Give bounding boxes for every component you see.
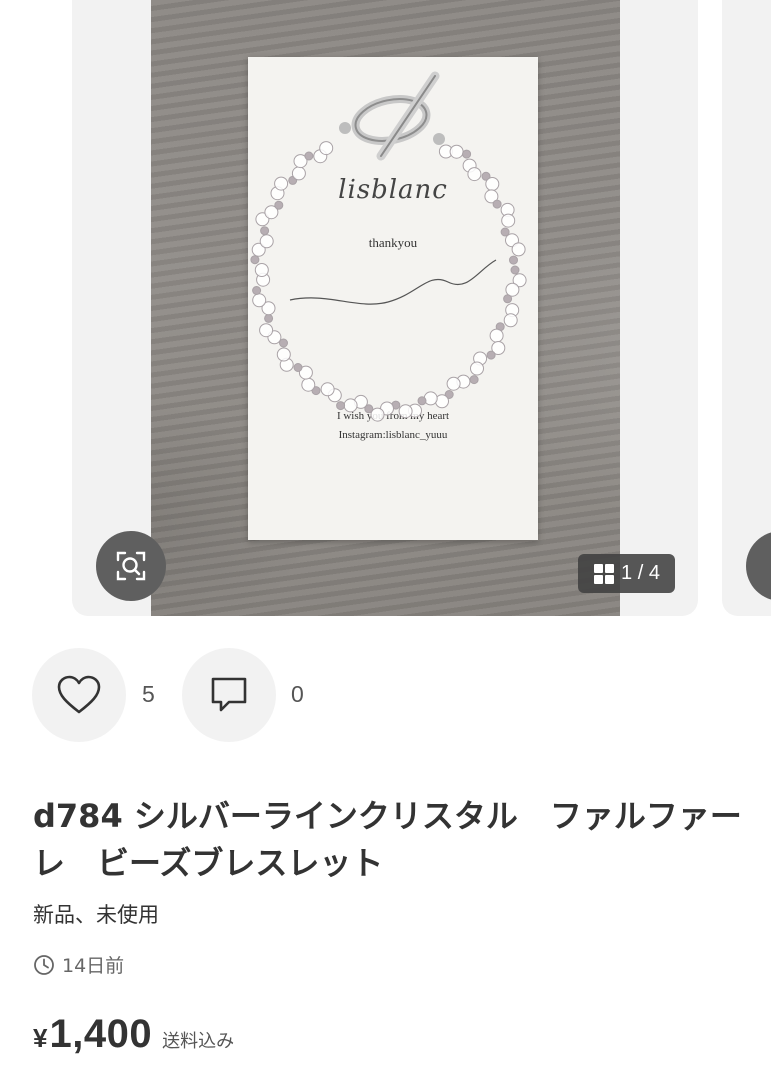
bracelet-bead [503,294,513,304]
bracelet-bead [343,398,358,413]
bracelet-bead [417,396,427,406]
item-condition: 新品、未使用 [33,903,159,927]
bracelet-bead [449,144,464,159]
bracelet-bead [319,141,334,156]
shipping-note: 送料込み [162,1031,235,1052]
posted-time: 14日前 [33,951,124,978]
next-slide-frame[interactable] [722,0,771,616]
bracelet-bead [462,149,472,159]
comment-count: 0 [291,681,304,707]
heart-icon [57,675,101,714]
bracelet-bead [485,177,500,191]
bracelet-bead [486,350,496,360]
product-photo[interactable]: lisblanc thankyou I wish you from my hea… [151,0,620,616]
bracelet-bead [423,391,438,406]
bracelet-bead [264,313,274,323]
bracelet-bead [320,382,335,397]
bracelet-bead [501,213,516,228]
bracelet-bead [492,199,502,209]
price-currency: ¥ [33,1023,48,1053]
bracelet-bead [259,234,274,249]
clock-icon [34,954,54,975]
bracelet-bead [274,176,289,191]
bracelet-bead [291,166,306,181]
photo-carousel[interactable]: lisblanc thankyou I wish you from my hea… [0,0,771,616]
bracelet-bead [446,376,461,391]
bracelet-bead [467,167,482,182]
bracelet-bead [260,226,270,236]
price: ¥ 1,400 送料込み [33,1012,234,1057]
bracelet-bead [301,377,316,392]
bracelet-bead [252,293,267,308]
bracelet-bead [304,151,314,161]
zoom-search-icon [116,551,146,581]
bracelet-bead [276,347,291,362]
photo-counter[interactable]: 1 / 4 [578,554,675,593]
bracelet-bead [511,242,526,257]
price-amount: 1,400 [49,1012,153,1056]
comment-icon [211,677,247,712]
bracelet-bead [509,255,518,265]
bracelet-bead [489,328,504,343]
like-button[interactable] [32,648,126,742]
bracelet-bead [503,313,518,328]
bracelet-bead [259,323,274,338]
zoom-button[interactable] [96,531,166,601]
photo-counter-text: 1 / 4 [621,562,660,584]
bracelet-bead [254,263,269,277]
like-count: 5 [142,681,155,707]
bracelet-bead [250,255,260,265]
bracelet-bead [398,404,413,419]
posted-time-text: 14日前 [62,955,125,977]
bracelet-bead [470,361,484,376]
bracelet-bead [293,363,303,372]
item-title: d784 シルバーラインクリスタル ファルファーレ ビーズブレスレット [33,797,742,882]
bracelet-bead [505,282,520,297]
bracelet-bead [336,401,346,411]
bracelet-bead [469,375,479,385]
bracelet-bead [252,286,262,295]
bracelet-bead [274,200,284,210]
grid-icon [594,563,615,584]
bracelet-image [250,71,527,422]
comment-button[interactable] [182,648,276,742]
bracelet-bead [510,265,520,275]
